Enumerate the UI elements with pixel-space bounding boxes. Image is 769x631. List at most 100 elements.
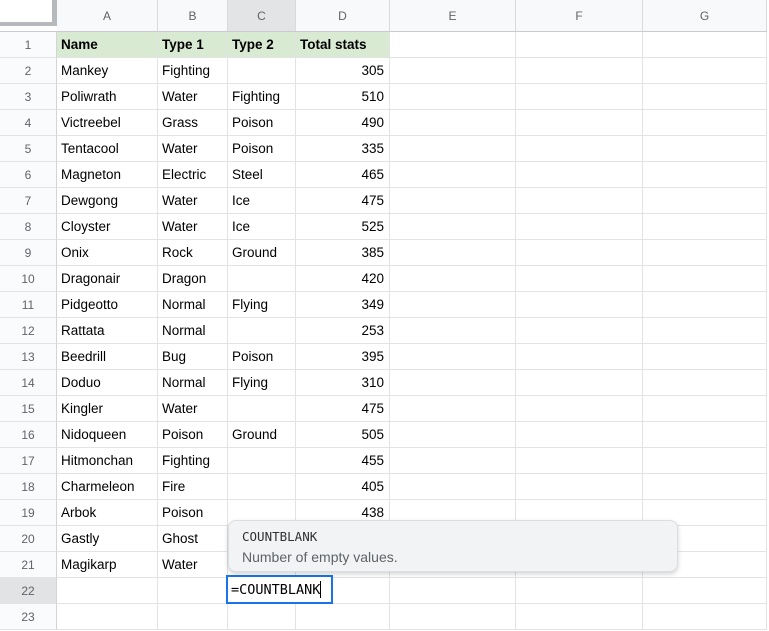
cell-C10[interactable] [228,266,296,292]
row-header-19[interactable]: 19 [0,500,57,526]
cell-B17[interactable]: Fighting [158,448,228,474]
cell-F18[interactable] [516,474,643,500]
cell-B16[interactable]: Poison [158,422,228,448]
column-header-E[interactable]: E [390,0,516,31]
cell-F7[interactable] [516,188,643,214]
cell-G17[interactable] [643,448,767,474]
cell-F9[interactable] [516,240,643,266]
cell-D14[interactable]: 310 [296,370,390,396]
cell-E15[interactable] [390,396,516,422]
cell-B6[interactable]: Electric [158,162,228,188]
cell-E1[interactable] [390,32,516,58]
cell-C17[interactable] [228,448,296,474]
cell-C6[interactable]: Steel [228,162,296,188]
cell-B15[interactable]: Water [158,396,228,422]
column-header-A[interactable]: A [57,0,158,31]
cell-D15[interactable]: 475 [296,396,390,422]
cell-B2[interactable]: Fighting [158,58,228,84]
cell-G23[interactable] [643,604,767,630]
cell-A6[interactable]: Magneton [57,162,158,188]
cell-F12[interactable] [516,318,643,344]
cell-B1[interactable]: Type 1 [158,32,228,58]
cell-E8[interactable] [390,214,516,240]
cell-B11[interactable]: Normal [158,292,228,318]
cell-B20[interactable]: Ghost [158,526,228,552]
cell-A5[interactable]: Tentacool [57,136,158,162]
row-header-4[interactable]: 4 [0,110,57,136]
cell-E9[interactable] [390,240,516,266]
cell-A21[interactable]: Magikarp [57,552,158,578]
cell-E12[interactable] [390,318,516,344]
cell-D9[interactable]: 385 [296,240,390,266]
cell-A14[interactable]: Doduo [57,370,158,396]
cell-C11[interactable]: Flying [228,292,296,318]
cell-E11[interactable] [390,292,516,318]
cell-B3[interactable]: Water [158,84,228,110]
cell-E17[interactable] [390,448,516,474]
cell-F5[interactable] [516,136,643,162]
cell-G11[interactable] [643,292,767,318]
cell-A12[interactable]: Rattata [57,318,158,344]
cell-E7[interactable] [390,188,516,214]
cell-F3[interactable] [516,84,643,110]
cell-A9[interactable]: Onix [57,240,158,266]
row-header-1[interactable]: 1 [0,32,57,58]
cell-C9[interactable]: Ground [228,240,296,266]
cell-G13[interactable] [643,344,767,370]
cell-F17[interactable] [516,448,643,474]
cell-B9[interactable]: Rock [158,240,228,266]
cell-A11[interactable]: Pidgeotto [57,292,158,318]
cell-A18[interactable]: Charmeleon [57,474,158,500]
row-header-13[interactable]: 13 [0,344,57,370]
cell-D5[interactable]: 335 [296,136,390,162]
cell-A16[interactable]: Nidoqueen [57,422,158,448]
cell-D3[interactable]: 510 [296,84,390,110]
cell-E14[interactable] [390,370,516,396]
cell-B21[interactable]: Water [158,552,228,578]
row-header-20[interactable]: 20 [0,526,57,552]
cell-D6[interactable]: 465 [296,162,390,188]
cell-C18[interactable] [228,474,296,500]
column-header-D[interactable]: D [296,0,390,31]
row-header-16[interactable]: 16 [0,422,57,448]
cell-G18[interactable] [643,474,767,500]
cell-G15[interactable] [643,396,767,422]
cell-B7[interactable]: Water [158,188,228,214]
cell-F2[interactable] [516,58,643,84]
cell-A8[interactable]: Cloyster [57,214,158,240]
cell-D16[interactable]: 505 [296,422,390,448]
formula-edit-cell[interactable]: =COUNTBLANK [226,575,333,604]
cell-G2[interactable] [643,58,767,84]
cell-B5[interactable]: Water [158,136,228,162]
cell-G16[interactable] [643,422,767,448]
cell-F6[interactable] [516,162,643,188]
row-header-9[interactable]: 9 [0,240,57,266]
row-header-23[interactable]: 23 [0,604,57,630]
row-header-3[interactable]: 3 [0,84,57,110]
cell-B19[interactable]: Poison [158,500,228,526]
cell-F16[interactable] [516,422,643,448]
column-header-G[interactable]: G [643,0,767,31]
cell-E5[interactable] [390,136,516,162]
row-header-17[interactable]: 17 [0,448,57,474]
cell-C3[interactable]: Fighting [228,84,296,110]
cell-B12[interactable]: Normal [158,318,228,344]
cell-C23[interactable] [228,604,296,630]
cell-A2[interactable]: Mankey [57,58,158,84]
cell-F14[interactable] [516,370,643,396]
cell-A15[interactable]: Kingler [57,396,158,422]
cell-F13[interactable] [516,344,643,370]
cell-E2[interactable] [390,58,516,84]
cell-D4[interactable]: 490 [296,110,390,136]
cell-G3[interactable] [643,84,767,110]
cell-E10[interactable] [390,266,516,292]
cell-F4[interactable] [516,110,643,136]
cell-F1[interactable] [516,32,643,58]
cell-D12[interactable]: 253 [296,318,390,344]
row-header-22[interactable]: 22 [0,578,57,604]
cell-B14[interactable]: Normal [158,370,228,396]
cell-B22[interactable] [158,578,228,604]
cell-C13[interactable]: Poison [228,344,296,370]
row-header-14[interactable]: 14 [0,370,57,396]
cell-B13[interactable]: Bug [158,344,228,370]
